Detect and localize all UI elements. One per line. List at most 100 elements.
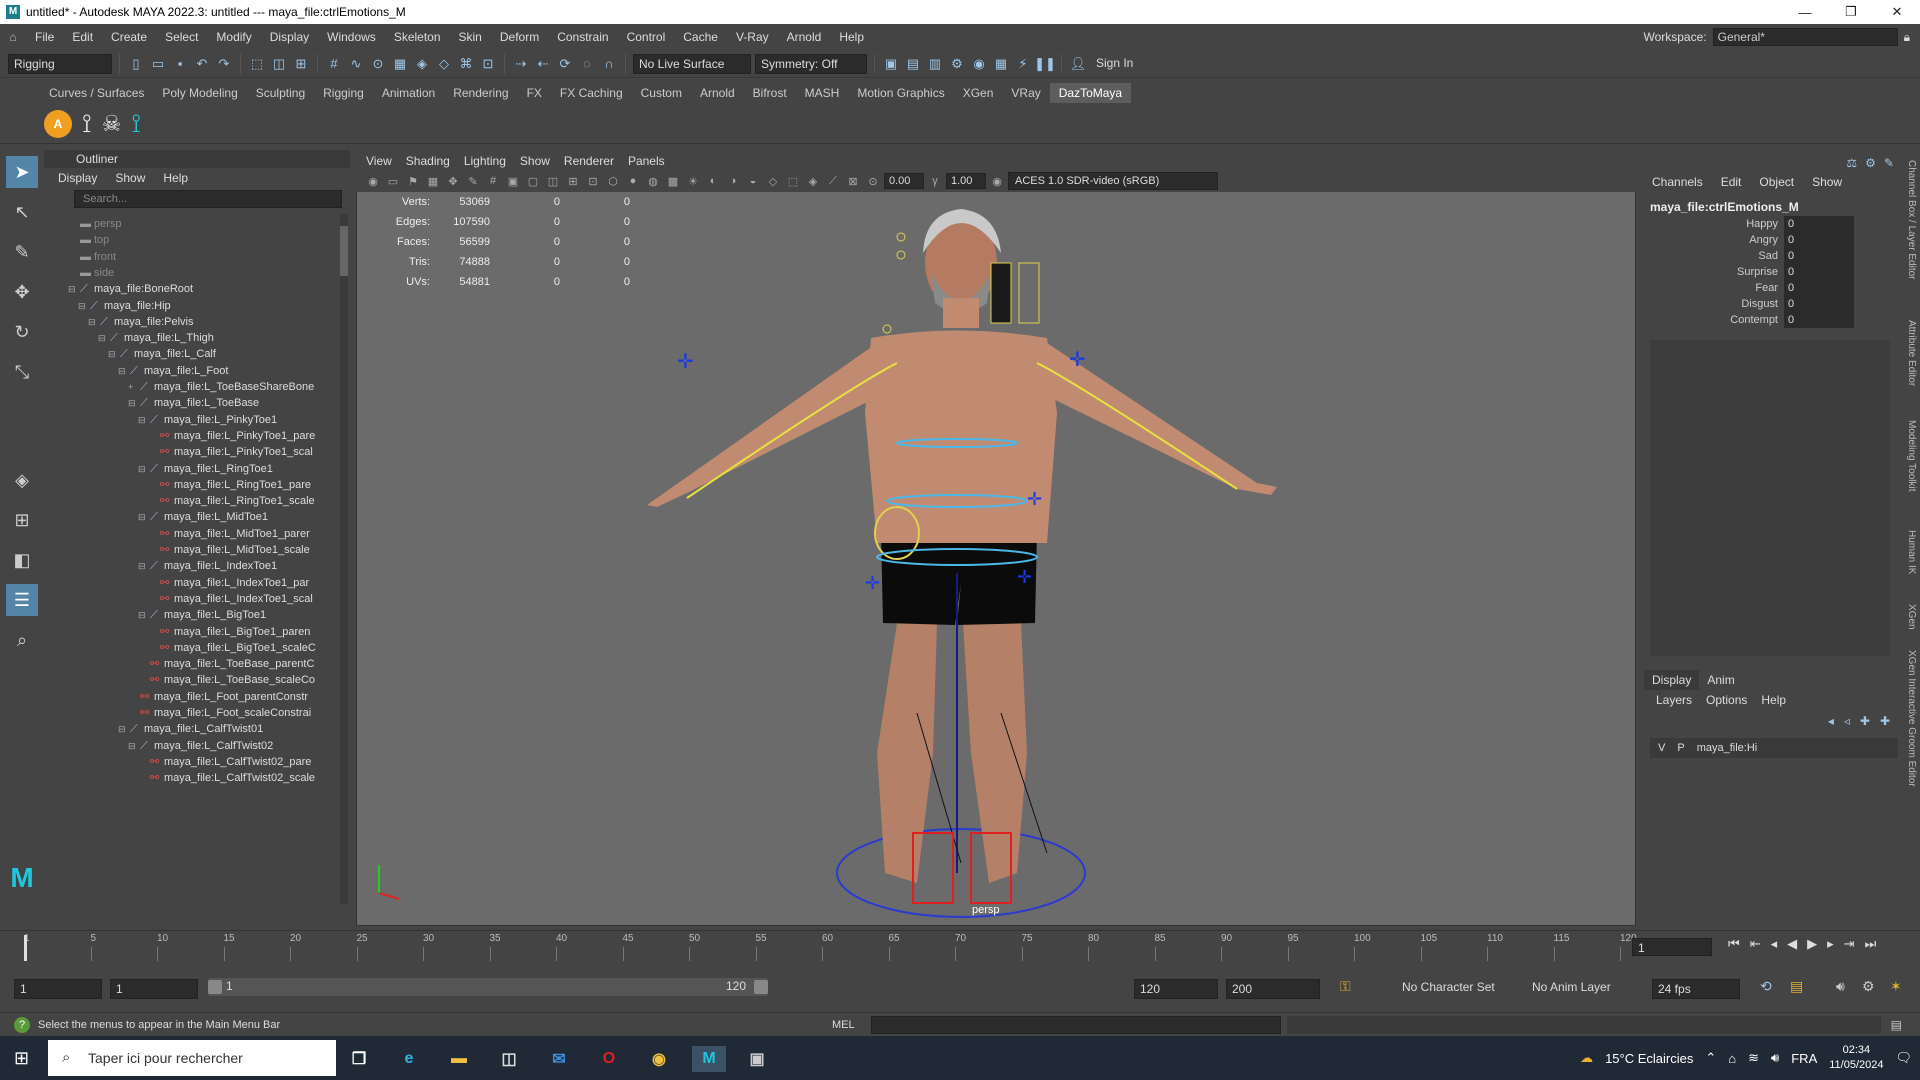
close-button[interactable]: ✕	[1874, 0, 1920, 24]
shadows-icon[interactable]: ◐	[704, 172, 722, 190]
anti-alias-icon[interactable]: ◇	[764, 172, 782, 190]
snap-point-icon[interactable]: ⊙	[369, 55, 387, 73]
mail-icon[interactable]: ✉	[546, 1046, 572, 1072]
snap-curve-icon[interactable]: ∿	[347, 55, 365, 73]
side-tab-xgen[interactable]: XGen	[1906, 604, 1917, 630]
shelf-tab-rigging[interactable]: Rigging	[314, 83, 373, 103]
menu-skin[interactable]: Skin	[450, 30, 491, 44]
lasso-icon[interactable]: ◌	[578, 55, 596, 73]
channel-attribute-value[interactable]: 0	[1784, 312, 1854, 328]
color-management-icon[interactable]: ◉	[988, 172, 1006, 190]
audio-icon[interactable]: 🔊︎	[1836, 978, 1845, 995]
smooth-shade-icon[interactable]: ●	[624, 172, 642, 190]
menu-windows[interactable]: Windows	[318, 30, 385, 44]
minimize-button[interactable]: —	[1782, 0, 1828, 24]
side-tab-human-ik[interactable]: Human IK	[1906, 530, 1917, 574]
current-frame-field[interactable]: 1	[1632, 938, 1712, 956]
outliner-scrollbar[interactable]	[340, 214, 348, 904]
channel-attribute-row[interactable]: Happy 0	[1644, 216, 1904, 232]
loop-icon[interactable]: ⟲	[1760, 978, 1772, 995]
move-layer-down-icon[interactable]: ◃	[1844, 714, 1850, 728]
side-tab-xgen-groom[interactable]: XGen Interactive Groom Editor	[1906, 650, 1917, 787]
shelf-tab-poly-modeling[interactable]: Poly Modeling	[153, 83, 246, 103]
anim-layer-dropdown[interactable]: No Anim Layer	[1532, 980, 1611, 994]
channel-attribute-row[interactable]: Angry 0	[1644, 232, 1904, 248]
grease-pencil-icon[interactable]: ✎	[464, 172, 482, 190]
anim-start-field[interactable]: 1	[14, 979, 102, 999]
play-backwards-icon[interactable]: ◀	[1787, 936, 1797, 952]
menu-help[interactable]: Help	[830, 30, 873, 44]
fps-dropdown[interactable]: 24 fps	[1652, 979, 1740, 999]
textured-icon[interactable]: ▩	[664, 172, 682, 190]
menu-cache[interactable]: Cache	[674, 30, 727, 44]
viewport-menu-view[interactable]: View	[366, 152, 392, 170]
auto-key-icon[interactable]: ⚿	[1340, 978, 1351, 995]
bookmark-icon[interactable]: ⚑	[404, 172, 422, 190]
snap-view-icon[interactable]: ◇	[435, 55, 453, 73]
range-slider-left-handle[interactable]	[208, 980, 222, 994]
outliner-menu-show[interactable]: Show	[115, 168, 145, 188]
preferences-icon[interactable]: ⚙	[1862, 978, 1875, 995]
edge-browser-icon[interactable]: e	[396, 1046, 422, 1072]
paint-select-icon[interactable]: ✎	[6, 236, 38, 268]
options-menu[interactable]: Options	[1706, 690, 1747, 710]
safe-action-icon[interactable]: ⊡	[584, 172, 602, 190]
redo-icon[interactable]: ↷	[215, 55, 233, 73]
workspace-dropdown[interactable]: General*	[1712, 28, 1898, 46]
menu-set-dropdown[interactable]: Rigging	[8, 53, 112, 74]
current-time-marker[interactable]	[24, 935, 27, 961]
outliner-search-input[interactable]: Search...	[74, 190, 342, 208]
channel-attribute-row[interactable]: Disgust 0	[1644, 296, 1904, 312]
channel-attribute-value[interactable]: 0	[1784, 248, 1854, 264]
isolate-select-icon[interactable]: ⬚	[784, 172, 802, 190]
render-settings-icon[interactable]: ⚙	[948, 55, 966, 73]
outliner-layout-icon[interactable]: ☰	[6, 584, 38, 616]
lasso-tool-icon[interactable]: ↖	[6, 196, 38, 228]
shelf-tab-animation[interactable]: Animation	[373, 83, 444, 103]
menu-control[interactable]: Control	[618, 30, 675, 44]
gamma-field[interactable]: 1.00	[946, 173, 986, 189]
task-view-icon[interactable]: ❐	[346, 1046, 372, 1072]
move-tool-icon[interactable]: ✥	[6, 276, 38, 308]
viewport-menu-show[interactable]: Show	[520, 152, 550, 170]
shelf-tab-daztomaya[interactable]: DazToMaya	[1049, 83, 1132, 103]
anim-end-field[interactable]: 200	[1226, 979, 1320, 999]
select-object-icon[interactable]: ◫	[270, 55, 288, 73]
single-perspective-icon[interactable]: ◈	[6, 464, 38, 496]
layer-visibility[interactable]: V	[1658, 742, 1665, 754]
taskbar-search-input[interactable]: ⌕ Taper ici pour rechercher	[48, 1040, 336, 1076]
layer-tab-anim[interactable]: Anim	[1699, 670, 1742, 690]
maya-taskbar-icon[interactable]: M	[692, 1046, 726, 1072]
sign-in-button[interactable]: Sign In	[1091, 53, 1203, 74]
channel-attribute-name[interactable]: Disgust	[1644, 296, 1784, 312]
lights-icon[interactable]: ☀︎	[684, 172, 702, 190]
four-view-icon[interactable]: ⊞	[6, 504, 38, 536]
construction-history-icon[interactable]: ⟳	[556, 55, 574, 73]
channel-attribute-value[interactable]: 0	[1784, 280, 1854, 296]
channels-menu[interactable]: Channels	[1652, 172, 1703, 192]
tool-settings-icon[interactable]: ✎	[1884, 156, 1894, 170]
figure-tpose-icon[interactable]: ⟟	[82, 108, 92, 140]
outliner-menu-display[interactable]: Display	[58, 168, 97, 188]
help-menu[interactable]: Help	[1761, 690, 1786, 710]
shelf-tab-mash[interactable]: MASH	[796, 83, 849, 103]
search-tool-icon[interactable]: ⌕	[6, 624, 38, 656]
select-component-icon[interactable]: ⊞	[292, 55, 310, 73]
clock[interactable]: 02:34 11/05/2024	[1829, 1043, 1883, 1073]
step-forward-frame-icon[interactable]: ▸	[1827, 936, 1834, 952]
render-region-icon[interactable]: ▣	[882, 55, 900, 73]
layer-playback[interactable]: P	[1677, 742, 1684, 754]
channel-attribute-name[interactable]: Happy	[1644, 216, 1784, 232]
viewport-menu-renderer[interactable]: Renderer	[564, 152, 614, 170]
vray-render-icon[interactable]: ⚡︎	[1014, 55, 1032, 73]
edit-menu[interactable]: Edit	[1721, 172, 1742, 192]
new-layer-icon[interactable]: ✚	[1860, 714, 1870, 728]
side-tab-channel-box[interactable]: Channel Box / Layer Editor	[1906, 160, 1917, 280]
viewport-menu-shading[interactable]: Shading	[406, 152, 450, 170]
wireframe-shaded-icon[interactable]: ◍	[644, 172, 662, 190]
playblast-icon[interactable]: ✶	[1890, 978, 1902, 995]
channel-box-toggle-icon[interactable]: ⚖	[1846, 156, 1857, 170]
cache-icon[interactable]: ▤	[1790, 978, 1803, 995]
daz-import-icon[interactable]: A	[44, 109, 72, 138]
playback-end-field[interactable]: 120	[1134, 979, 1218, 999]
